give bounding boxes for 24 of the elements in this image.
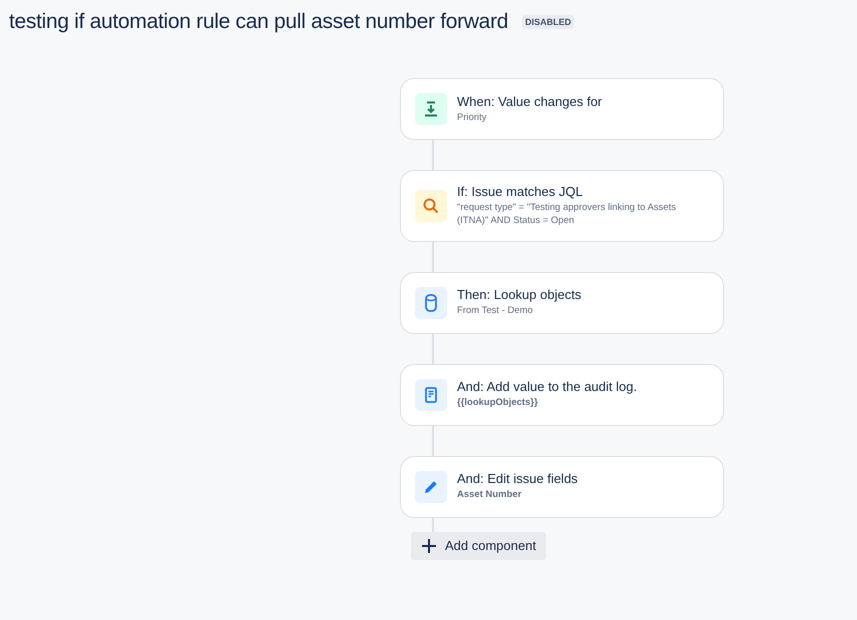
rule-step-card[interactable]: Then: Lookup objects From Test - Demo — [400, 272, 724, 334]
rule-title: testing if automation rule can pull asset number forward — [9, 10, 508, 34]
rule-step-card[interactable]: And: Edit issue fields Asset Number — [400, 456, 724, 518]
step-detail: Priority — [457, 112, 488, 124]
search-icon — [423, 198, 439, 214]
database-icon — [425, 294, 437, 312]
status-badge: DISABLED — [522, 15, 574, 29]
step-detail: "request type" = "Testing approvers linking to Assets (ITNA)" AND Status = Open — [457, 202, 677, 228]
step-label: When: Value changes for — [457, 94, 602, 109]
step-detail: From Test - Demo — [457, 305, 534, 318]
step-detail: Asset Number — [457, 489, 522, 502]
step-detail: {{lookupObjects}} — [457, 397, 539, 410]
pencil-icon — [423, 478, 439, 495]
step-label: If: Issue matches JQL — [457, 184, 584, 199]
step-label: Then: Lookup objects — [457, 287, 582, 302]
plus-icon — [421, 538, 437, 554]
step-label: And: Edit issue fields — [457, 471, 578, 486]
rule-step-card[interactable]: If: Issue matches JQL "request type" = "Testing approvers linking to Assets (ITNA)" AND Status = Open — [400, 170, 724, 242]
add-component-button[interactable]: Add component — [411, 532, 546, 560]
document-icon — [425, 386, 437, 403]
step-label: And: Add value to the audit log. — [457, 379, 637, 394]
download-icon — [424, 101, 438, 117]
rule-step-card[interactable]: When: Value changes for Priority — [400, 78, 724, 140]
rule-step-card[interactable]: And: Add value to the audit log. {{lookupObjects}} — [400, 364, 724, 426]
